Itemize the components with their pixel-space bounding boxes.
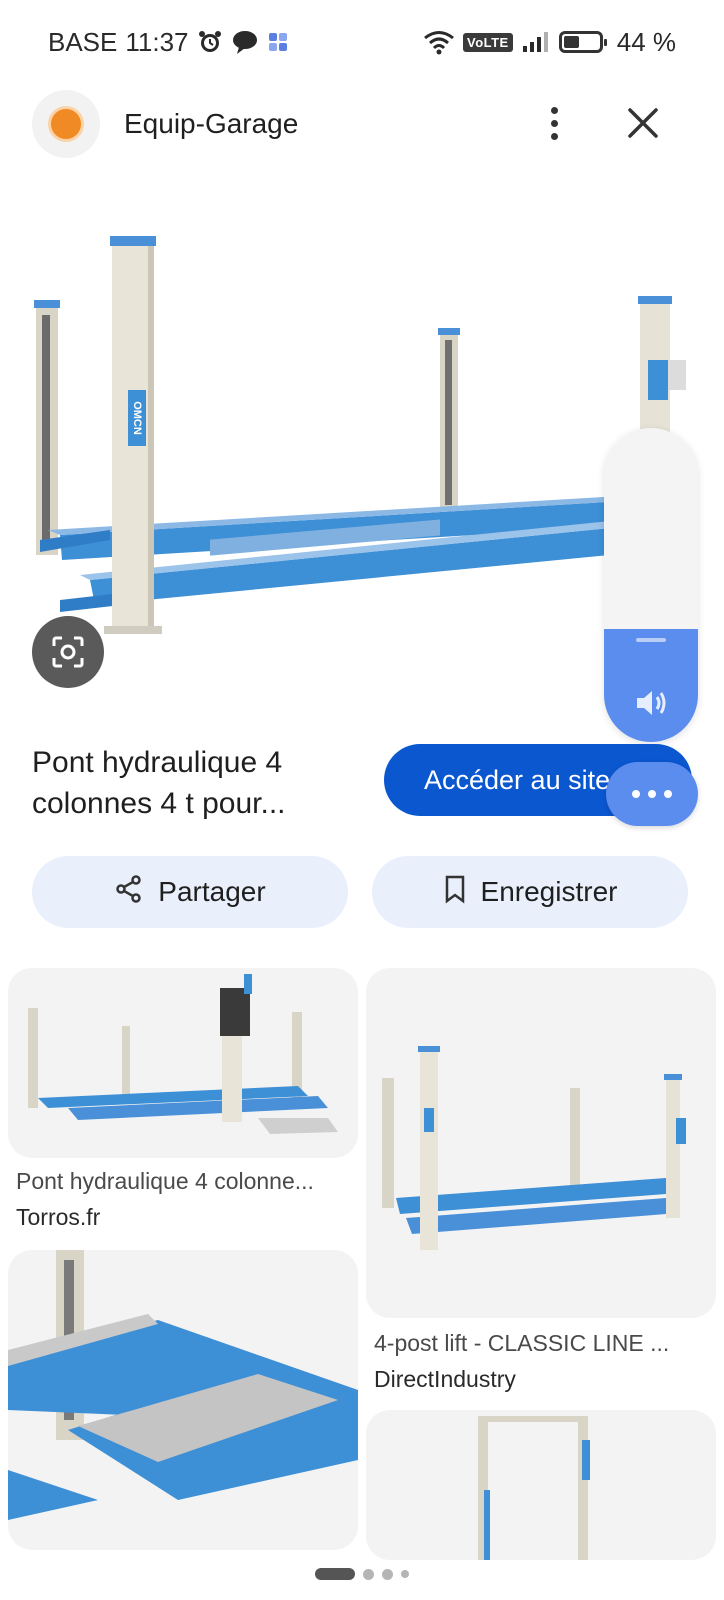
share-icon — [114, 874, 144, 911]
svg-text:OMCN: OMCN — [131, 401, 143, 435]
status-bar: BASE 11:37 VoLTE 44 % — [0, 0, 724, 84]
related-image-3[interactable] — [8, 1250, 358, 1550]
site-favicon — [32, 90, 100, 158]
pager-dot[interactable] — [382, 1568, 393, 1580]
pager-dots — [0, 1568, 724, 1580]
chat-bubble-icon — [231, 29, 259, 55]
related-title-1[interactable]: Pont hydraulique 4 colonne... — [16, 1168, 350, 1195]
volume-slider[interactable] — [604, 428, 698, 742]
close-icon[interactable] — [620, 100, 666, 146]
related-image-1[interactable] — [8, 968, 358, 1158]
volume-handle[interactable] — [636, 638, 666, 642]
speaker-icon[interactable] — [634, 688, 670, 723]
site-name[interactable]: Equip-Garage — [124, 108, 298, 140]
related-source-2[interactable]: DirectIndustry — [374, 1366, 516, 1393]
signal-icon — [521, 30, 551, 54]
share-button[interactable]: Partager — [32, 856, 348, 928]
wifi-icon — [423, 29, 455, 55]
alarm-icon — [197, 29, 223, 55]
related-image-2[interactable] — [366, 968, 716, 1318]
save-button[interactable]: Enregistrer — [372, 856, 688, 928]
more-horiz-icon[interactable] — [606, 762, 698, 826]
lens-icon[interactable] — [32, 616, 104, 688]
pager-dot[interactable] — [363, 1568, 374, 1580]
bookmark-icon — [443, 874, 467, 911]
related-image-4[interactable] — [366, 1410, 716, 1560]
result-title: Pont hydraulique 4 colonnes 4 t pour... — [32, 746, 286, 820]
volte-badge: VoLTE — [462, 32, 513, 52]
app-grid-icon — [267, 31, 289, 53]
share-label: Partager — [158, 876, 266, 907]
result-header: Equip-Garage — [0, 88, 724, 160]
battery-percent: 44 % — [616, 26, 676, 57]
related-title-2[interactable]: 4-post lift - CLASSIC LINE ... — [374, 1330, 708, 1357]
volume-level — [604, 628, 698, 742]
pager-dot-active[interactable] — [315, 1568, 355, 1580]
more-vert-icon[interactable] — [534, 98, 574, 148]
save-label: Enregistrer — [480, 876, 618, 907]
pager-dot[interactable] — [401, 1570, 409, 1578]
battery-icon — [558, 31, 607, 53]
related-source-1[interactable]: Torros.fr — [16, 1204, 100, 1231]
carrier-label: BASE — [48, 26, 118, 57]
clock: 11:37 — [125, 26, 189, 57]
